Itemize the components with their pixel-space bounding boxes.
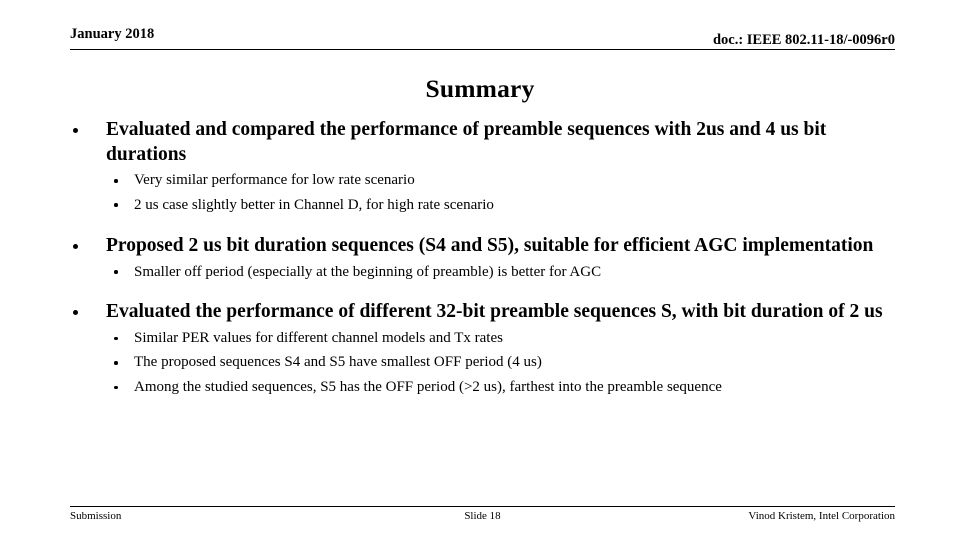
bullet-dot-icon — [73, 243, 78, 249]
sub-bullet-text: Very similar performance for low rate sc… — [134, 172, 415, 189]
sub-bullet-item: The proposed sequences S4 and S5 have sm… — [106, 353, 896, 373]
sub-bullet-item: Smaller off period (especially at the be… — [106, 263, 896, 283]
sub-bullet-item: 2 us case slightly better in Channel D, … — [106, 196, 896, 216]
sub-bullet-item: Among the studied sequences, S5 has the … — [106, 378, 896, 398]
slide-footer: Submission Slide 18 Vinod Kristem, Intel… — [70, 510, 895, 528]
bullet-text: Evaluated the performance of different 3… — [106, 301, 883, 323]
sub-bullet-dot-icon — [114, 385, 118, 390]
bullet-item: Proposed 2 us bit duration sequences (S4… — [66, 234, 896, 282]
bullet-dot-icon — [73, 127, 78, 133]
sub-bullet-item: Very similar performance for low rate sc… — [106, 171, 896, 191]
bullet-item: Evaluated the performance of different 3… — [66, 300, 896, 397]
header-document-id: doc.: IEEE 802.11-18/-0096r0 — [712, 32, 895, 48]
sub-bullet-dot-icon — [114, 270, 118, 275]
slide-body: Evaluated and compared the performance o… — [66, 118, 896, 402]
sub-bullet-text: Smaller off period (especially at the be… — [134, 263, 602, 280]
sub-bullet-dot-icon — [114, 336, 118, 341]
bullet-item: Evaluated and compared the performance o… — [66, 118, 896, 215]
sub-bullet-dot-icon — [114, 178, 118, 183]
header-divider — [70, 49, 895, 50]
bullet-text: Proposed 2 us bit duration sequences (S4… — [106, 235, 874, 257]
page-title: Summary — [425, 74, 535, 103]
bullet-text: Evaluated and compared the performance o… — [106, 119, 827, 165]
sub-bullet-item: Similar PER values for different channel… — [106, 329, 896, 349]
sub-bullet-text: Similar PER values for different channel… — [134, 329, 503, 346]
sub-bullet-list: Smaller off period (especially at the be… — [106, 263, 896, 283]
sub-bullet-dot-icon — [114, 361, 118, 365]
sub-bullet-list: Very similar performance for low rate sc… — [106, 171, 896, 215]
bullet-dot-icon — [73, 309, 78, 315]
bullet-list: Evaluated and compared the performance o… — [66, 118, 896, 397]
slide-header: January 2018 doc.: IEEE 802.11-18/-0096r… — [70, 26, 895, 50]
sub-bullet-text: 2 us case slightly better in Channel D, … — [134, 196, 494, 213]
sub-bullet-list: Similar PER values for different channel… — [106, 329, 896, 398]
header-date: January 2018 — [70, 26, 155, 42]
slide-canvas: January 2018 doc.: IEEE 802.11-18/-0096r… — [0, 0, 960, 540]
sub-bullet-text: The proposed sequences S4 and S5 have sm… — [134, 354, 542, 371]
footer-author: Vinod Kristem, Intel Corporation — [748, 510, 895, 522]
sub-bullet-dot-icon — [114, 203, 118, 208]
sub-bullet-text: Among the studied sequences, S5 has the … — [134, 378, 722, 395]
footer-divider — [70, 506, 895, 507]
